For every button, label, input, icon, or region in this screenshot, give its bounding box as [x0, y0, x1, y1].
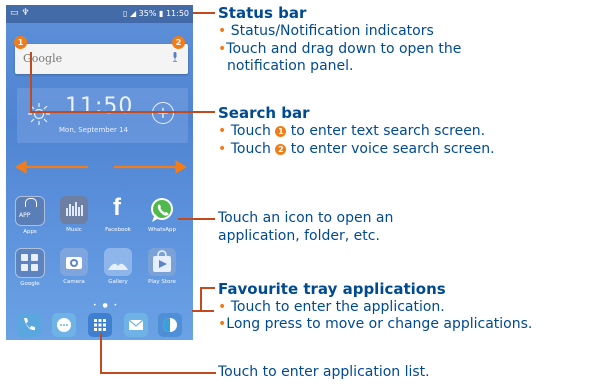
status-time: 11:50	[165, 9, 189, 18]
camera-icon	[60, 248, 88, 276]
vibrate-icon: ▯	[123, 9, 128, 18]
browser-icon[interactable]	[158, 313, 182, 337]
app-label: Music	[66, 227, 82, 233]
gallery-icon	[104, 248, 132, 276]
tray-pointer-line-top	[200, 287, 215, 289]
google-logo: Google	[23, 52, 63, 65]
app-gallery[interactable]: Gallery	[100, 248, 136, 285]
add-city-icon[interactable]: +	[152, 102, 174, 124]
tray-pointer-line-vertical	[200, 287, 202, 311]
notification-icons: ▭ ♆	[10, 8, 30, 18]
app-whatsapp[interactable]: WhatsApp	[144, 196, 180, 233]
badge-1-ref: 1	[275, 126, 287, 137]
app-icon-line-1: Touch an icon to open an	[218, 210, 394, 226]
status-bar-line-2: •Touch and drag down to open the	[218, 41, 462, 57]
page-indicator: • ● •	[93, 302, 120, 309]
app-camera[interactable]: Camera	[56, 248, 92, 285]
status-bar-line-1: • Status/Notification indicators	[218, 23, 434, 39]
app-icon-pointer-line	[178, 218, 215, 220]
badge-2: 2	[172, 36, 185, 49]
app-label: Play Store	[148, 279, 176, 285]
tray-pointer-line	[192, 310, 214, 312]
app-music[interactable]: Music	[56, 196, 92, 233]
search-bar-pointer-line	[30, 111, 215, 113]
app-label: Apps	[23, 229, 37, 235]
email-icon[interactable]	[124, 313, 148, 337]
tray-line-2: •Long press to move or change applicatio…	[218, 316, 533, 332]
whatsapp-icon	[148, 196, 176, 224]
phone-icon[interactable]	[17, 313, 41, 337]
swipe-arrows-icon	[16, 160, 186, 174]
search-bar-line-1: • Touch 1 to enter text search screen.	[218, 123, 486, 139]
mic-icon[interactable]	[172, 52, 178, 62]
phone-screen: ▭ ♆ ▯ ◢ 35% ▮ 11:50 Google 1 2 11:50 Mon…	[6, 5, 193, 340]
music-icon	[60, 196, 88, 224]
status-bar-title: Status bar	[218, 4, 307, 22]
facebook-icon: f	[113, 194, 121, 221]
app-play-store[interactable]: Play Store	[144, 248, 180, 285]
search-bar-pointer-line-vertical	[30, 52, 32, 111]
status-bar-pointer-line	[193, 12, 215, 14]
badge-1: 1	[14, 36, 27, 49]
app-list-pointer-line	[100, 372, 216, 374]
app-icon-line-2: application, folder, etc.	[218, 228, 380, 244]
app-label: Camera	[63, 279, 85, 285]
app-label: Facebook	[105, 227, 131, 233]
app-label: Google	[20, 281, 40, 287]
clock-widget[interactable]: 11:50 Mon, September 14 +	[17, 88, 188, 143]
app-facebook[interactable]: f Facebook	[100, 194, 136, 233]
tray-title: Favourite tray applications	[218, 280, 446, 298]
google-folder-icon	[15, 248, 45, 278]
app-apps[interactable]: APP Apps	[12, 196, 48, 235]
search-bar[interactable]: Google	[15, 44, 188, 74]
tray-line-1: • Touch to enter the application.	[218, 299, 445, 315]
app-label: WhatsApp	[147, 227, 177, 233]
app-list-line: Touch to enter application list.	[218, 364, 430, 380]
badge-2-ref: 2	[275, 144, 287, 155]
search-bar-line-2: • Touch 2 to enter voice search screen.	[218, 141, 495, 157]
status-bar-line-3: notification panel.	[227, 58, 354, 74]
battery-icon: ▮	[158, 9, 164, 18]
app-list-pointer-line-vertical	[100, 333, 102, 373]
app-google[interactable]: Google	[12, 248, 48, 287]
signal-icon: ◢	[129, 9, 137, 18]
search-bar-title: Search bar	[218, 104, 310, 122]
clock-time: 11:50	[65, 94, 134, 119]
apps-folder-icon: APP	[15, 196, 45, 226]
messages-icon[interactable]	[52, 313, 76, 337]
play-store-icon	[148, 248, 176, 276]
battery-percent: 35%	[138, 9, 157, 18]
app-label: Gallery	[108, 279, 128, 285]
status-indicators: ▯ ◢ 35% ▮ 11:50	[123, 9, 189, 18]
status-bar[interactable]: ▭ ♆ ▯ ◢ 35% ▮ 11:50	[6, 5, 193, 23]
clock-date: Mon, September 14	[59, 126, 129, 134]
